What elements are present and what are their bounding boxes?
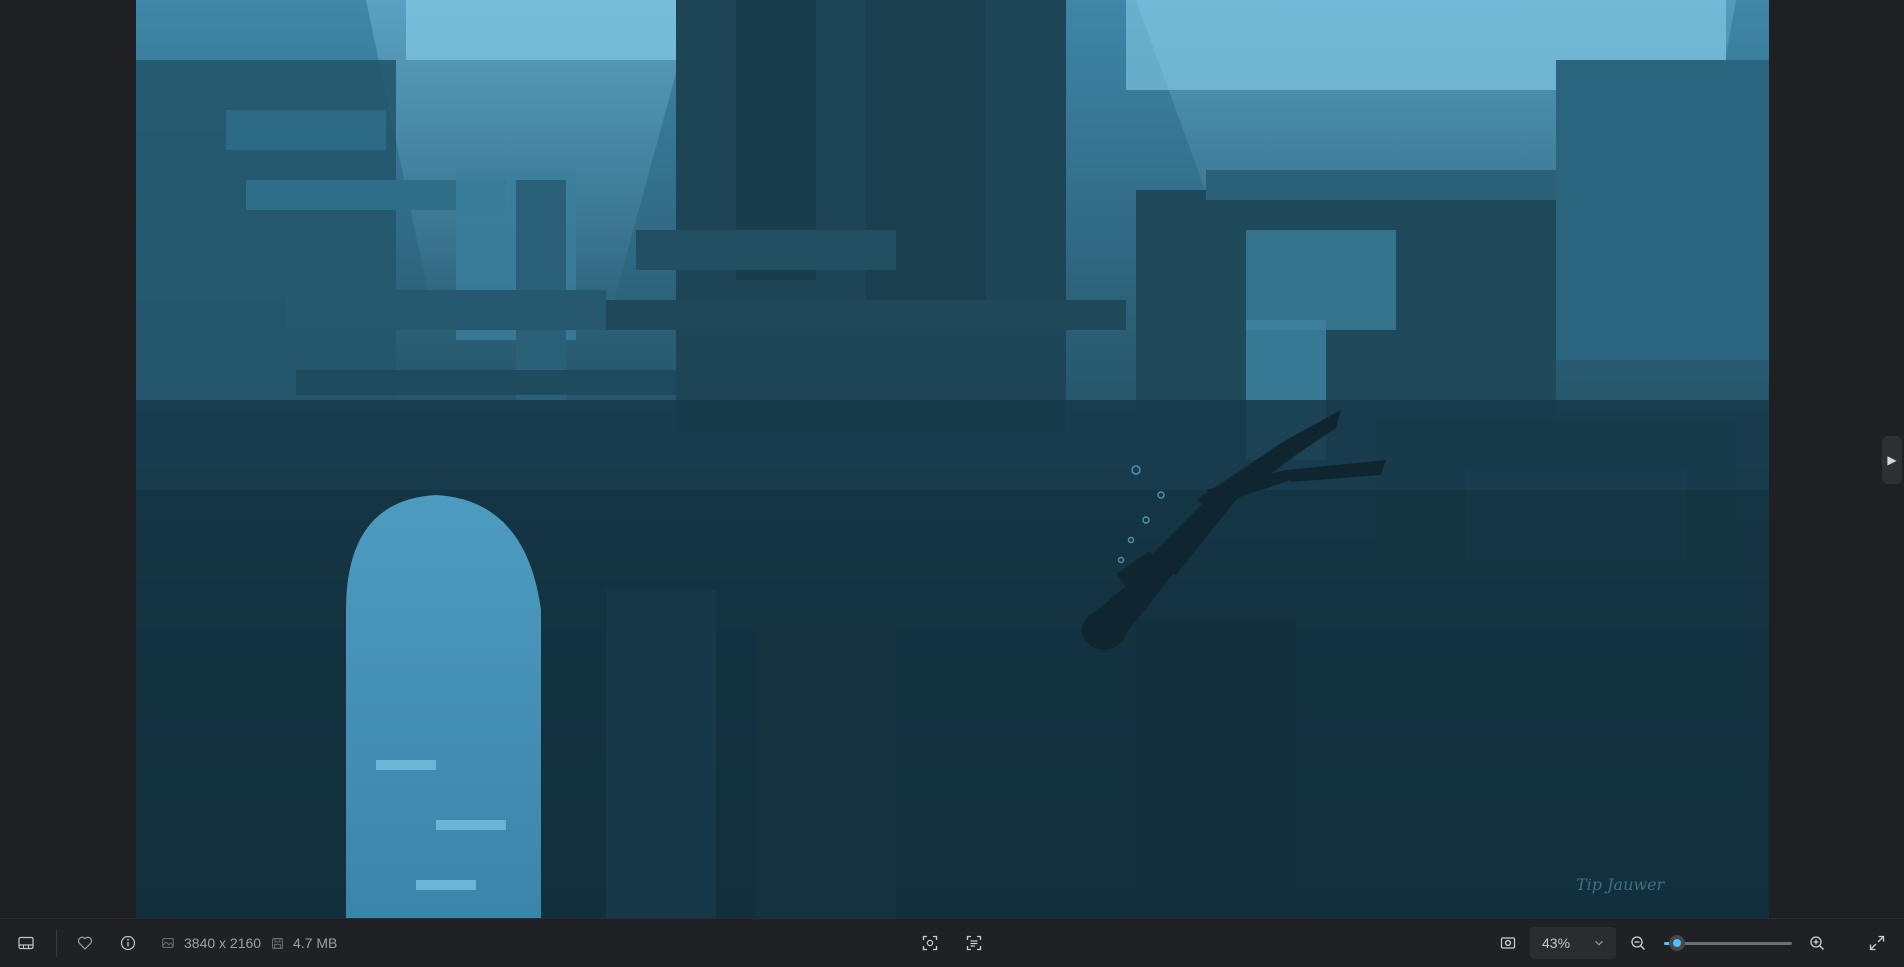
info-icon [120, 935, 136, 951]
file-size: 4.7 MB [293, 935, 338, 951]
photo-viewer-window: Tip Jauwer ▶ 3840 x 2160 4.7 MB 43% [0, 0, 1904, 967]
zoom-out-icon [1631, 936, 1645, 950]
zoom-in-button[interactable] [1801, 927, 1833, 959]
scan-text-icon [966, 935, 982, 951]
zoom-slider[interactable] [1664, 935, 1792, 951]
heart-icon [77, 936, 93, 950]
filmstrip-toggle-button[interactable] [10, 927, 42, 959]
fit-screen-icon [1500, 937, 1516, 949]
toolbar-divider [56, 929, 57, 957]
fullscreen-button[interactable] [1861, 927, 1893, 959]
dimensions-group: 3840 x 2160 [161, 919, 261, 967]
zoom-in-icon [1810, 936, 1824, 950]
chevron-down-icon [1595, 940, 1603, 946]
zoom-level-value: 43% [1542, 935, 1571, 951]
zoom-out-button[interactable] [1622, 927, 1654, 959]
filmstrip-icon [18, 936, 34, 950]
fit-to-window-button[interactable] [1492, 927, 1524, 959]
image-dimensions: 3840 x 2160 [184, 935, 262, 951]
zoom-level-dropdown[interactable]: 43% [1530, 927, 1616, 959]
file-size-group: 4.7 MB [271, 919, 337, 967]
ocr-scan-button[interactable] [958, 927, 990, 959]
expand-icon [1869, 935, 1885, 951]
underwater-ruins-painting: Tip Jauwer [136, 0, 1769, 918]
image-dimensions-icon [162, 938, 174, 948]
zoom-slider-thumb[interactable] [1668, 935, 1685, 951]
displayed-image[interactable]: Tip Jauwer [136, 0, 1769, 918]
artist-signature: Tip Jauwer [1576, 875, 1666, 894]
next-image-button[interactable]: ▶ [1882, 436, 1902, 484]
file-info-button[interactable] [112, 927, 144, 959]
bottom-toolbar: 3840 x 2160 4.7 MB 43% [0, 918, 1904, 967]
crop-button[interactable] [914, 927, 946, 959]
save-disk-icon [272, 937, 283, 949]
favorite-button[interactable] [69, 927, 101, 959]
image-viewport[interactable]: Tip Jauwer ▶ [0, 0, 1904, 918]
play-right-icon: ▶ [1887, 453, 1897, 467]
crop-focus-icon [922, 935, 938, 951]
